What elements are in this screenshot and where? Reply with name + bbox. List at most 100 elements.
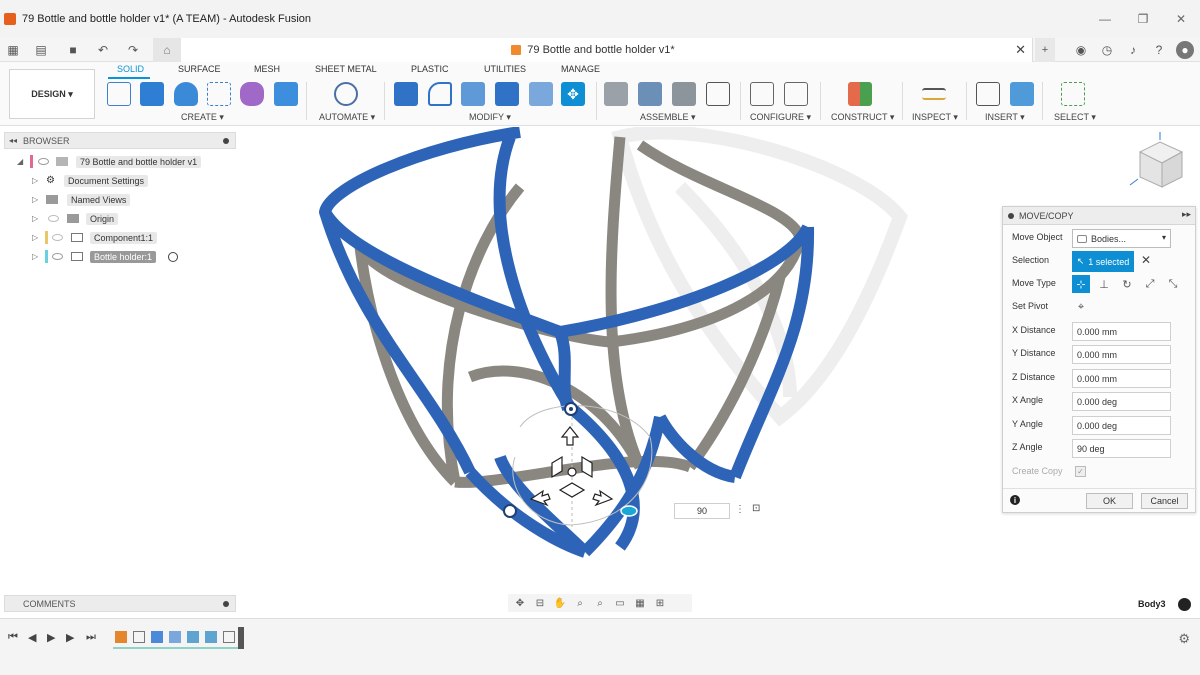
tab-sheet-metal[interactable]: SHEET METAL	[315, 64, 377, 74]
minimize-icon[interactable]: —	[1086, 0, 1124, 38]
app-grid-icon[interactable]: ▦	[4, 41, 22, 59]
group-modify[interactable]: MODIFY ▾	[469, 112, 511, 123]
sweep-icon[interactable]	[207, 82, 231, 106]
tree-item-origin[interactable]: ▷ Origin	[4, 209, 236, 228]
extensions-icon[interactable]: ◉	[1072, 41, 1090, 59]
as-built-joint-icon[interactable]	[672, 82, 696, 106]
body-status-icon[interactable]	[1178, 598, 1191, 611]
translate-icon[interactable]: ⊥	[1095, 275, 1113, 293]
undo-icon[interactable]: ↶	[94, 41, 112, 59]
group-configure[interactable]: CONFIGURE ▾	[750, 112, 811, 123]
clear-selection-icon[interactable]: ✕	[1141, 253, 1151, 267]
expand-icon[interactable]: ◢	[17, 157, 23, 166]
fillet-icon[interactable]	[428, 82, 452, 106]
save-icon[interactable]: ■	[64, 41, 82, 59]
collapse-icon[interactable]: ◂◂	[9, 136, 17, 145]
plane-handle-icon[interactable]	[558, 482, 586, 498]
shell-icon[interactable]	[461, 82, 485, 106]
viewports-icon[interactable]: ⊞	[652, 596, 668, 610]
visibility-eye-icon[interactable]	[38, 158, 49, 165]
y-angle-input[interactable]: 0.000 deg	[1072, 416, 1171, 435]
visibility-eye-icon[interactable]	[52, 253, 63, 260]
gray-body[interactable]	[354, 136, 806, 488]
group-assemble[interactable]: ASSEMBLE ▾	[640, 112, 696, 123]
cancel-button[interactable]: Cancel	[1141, 493, 1188, 509]
rotate-handle-active-icon[interactable]	[620, 505, 638, 517]
revolve-icon[interactable]	[174, 82, 198, 106]
notifications-icon[interactable]: ♪	[1124, 41, 1142, 59]
new-tab-icon[interactable]: +	[1035, 38, 1055, 62]
group-automate[interactable]: AUTOMATE ▾	[319, 112, 375, 123]
display-settings-icon[interactable]: ▭	[612, 596, 628, 610]
expand-icon[interactable]: ▷	[32, 214, 38, 223]
point-to-point-icon[interactable]: ⤢	[1141, 275, 1159, 293]
group-inspect[interactable]: INSPECT ▾	[912, 112, 958, 123]
timeline-feature-icon[interactable]	[133, 631, 145, 643]
tab-solid[interactable]: SOLID	[117, 64, 144, 74]
timeline-feature-icon[interactable]	[169, 631, 181, 643]
browser-header[interactable]: ◂◂ BROWSER	[4, 132, 236, 149]
select-icon[interactable]	[1061, 82, 1085, 106]
form-icon[interactable]	[240, 82, 264, 106]
arrow-right-icon[interactable]	[592, 489, 614, 507]
create-sketch-icon[interactable]	[107, 82, 131, 106]
step-forward-icon[interactable]: ▶	[66, 631, 74, 644]
look-at-icon[interactable]: ⊟	[532, 596, 548, 610]
x-distance-input[interactable]: 0.000 mm	[1072, 322, 1171, 341]
box-icon[interactable]	[274, 82, 298, 106]
expand-icon[interactable]: ▷	[32, 252, 38, 261]
gear-icon[interactable]: ⚙	[1178, 631, 1190, 647]
tree-item-document-settings[interactable]: ▷ ⚙ Document Settings	[4, 171, 236, 190]
expand-dialog-icon[interactable]: ▸▸	[1182, 209, 1191, 220]
document-tab[interactable]: 79 Bottle and bottle holder v1* ✕	[153, 38, 1033, 62]
timeline-track[interactable]	[113, 627, 241, 649]
joint-origin-icon[interactable]	[706, 82, 730, 106]
set-pivot-icon[interactable]: ⌖	[1072, 298, 1090, 316]
tab-manage[interactable]: MANAGE	[561, 64, 600, 74]
comments-panel[interactable]: COMMENTS	[4, 595, 236, 612]
help-icon[interactable]: ?	[1150, 41, 1168, 59]
selection-button[interactable]: ↖ 1 selected	[1072, 251, 1134, 272]
play-icon[interactable]: ▶	[47, 631, 55, 644]
panel-pin-icon[interactable]	[223, 138, 229, 144]
grid-settings-icon[interactable]: ▦	[632, 596, 648, 610]
job-status-icon[interactable]: ◷	[1098, 41, 1116, 59]
zoom-window-icon[interactable]: ⌕	[592, 596, 608, 610]
move-object-select[interactable]: Bodies... ▾	[1072, 229, 1171, 248]
dialog-header[interactable]: MOVE/COPY ▸▸	[1003, 207, 1195, 225]
joint-icon[interactable]	[638, 82, 662, 106]
tab-plastic[interactable]: PLASTIC	[411, 64, 449, 74]
construct-plane-icon[interactable]	[848, 82, 872, 106]
tree-item-named-views[interactable]: ▷ Named Views	[4, 190, 236, 209]
insert-derive-icon[interactable]	[976, 82, 1000, 106]
expand-icon[interactable]: ▷	[32, 233, 38, 242]
rotate-icon[interactable]: ↻	[1118, 275, 1136, 293]
configure-icon[interactable]	[750, 82, 774, 106]
activate-component-icon[interactable]	[168, 251, 178, 262]
configure-table-icon[interactable]	[784, 82, 808, 106]
press-pull-icon[interactable]	[394, 82, 418, 106]
insert-canvas-icon[interactable]	[1010, 82, 1034, 106]
tab-utilities[interactable]: UTILITIES	[484, 64, 526, 74]
view-cube[interactable]	[1129, 132, 1184, 188]
restore-icon[interactable]: ❐	[1124, 0, 1162, 38]
close-tab-icon[interactable]: ✕	[1015, 42, 1026, 58]
z-distance-input[interactable]: 0.000 mm	[1072, 369, 1171, 388]
free-move-icon[interactable]: ⊹	[1072, 275, 1090, 293]
timeline-feature-icon[interactable]	[151, 631, 163, 643]
home-icon[interactable]: ⌂	[153, 38, 181, 62]
group-insert[interactable]: INSERT ▾	[985, 112, 1025, 123]
workspace-switcher[interactable]: DESIGN ▾	[9, 69, 95, 119]
go-to-end-icon[interactable]: ⏭	[86, 631, 96, 644]
measure-icon[interactable]	[922, 88, 946, 100]
go-to-start-icon[interactable]: ⏮	[8, 631, 18, 644]
group-create[interactable]: CREATE ▾	[181, 112, 224, 123]
account-icon[interactable]: ●	[1176, 41, 1194, 59]
pivot-center-icon[interactable]	[567, 467, 577, 477]
tab-mesh[interactable]: MESH	[254, 64, 280, 74]
create-copy-checkbox[interactable]: ✓	[1075, 466, 1086, 477]
pan-icon[interactable]: ✋	[552, 596, 568, 610]
rotation-angle-input[interactable]: 90	[674, 503, 730, 519]
automate-icon[interactable]	[334, 82, 358, 106]
combine-icon[interactable]	[495, 82, 519, 106]
